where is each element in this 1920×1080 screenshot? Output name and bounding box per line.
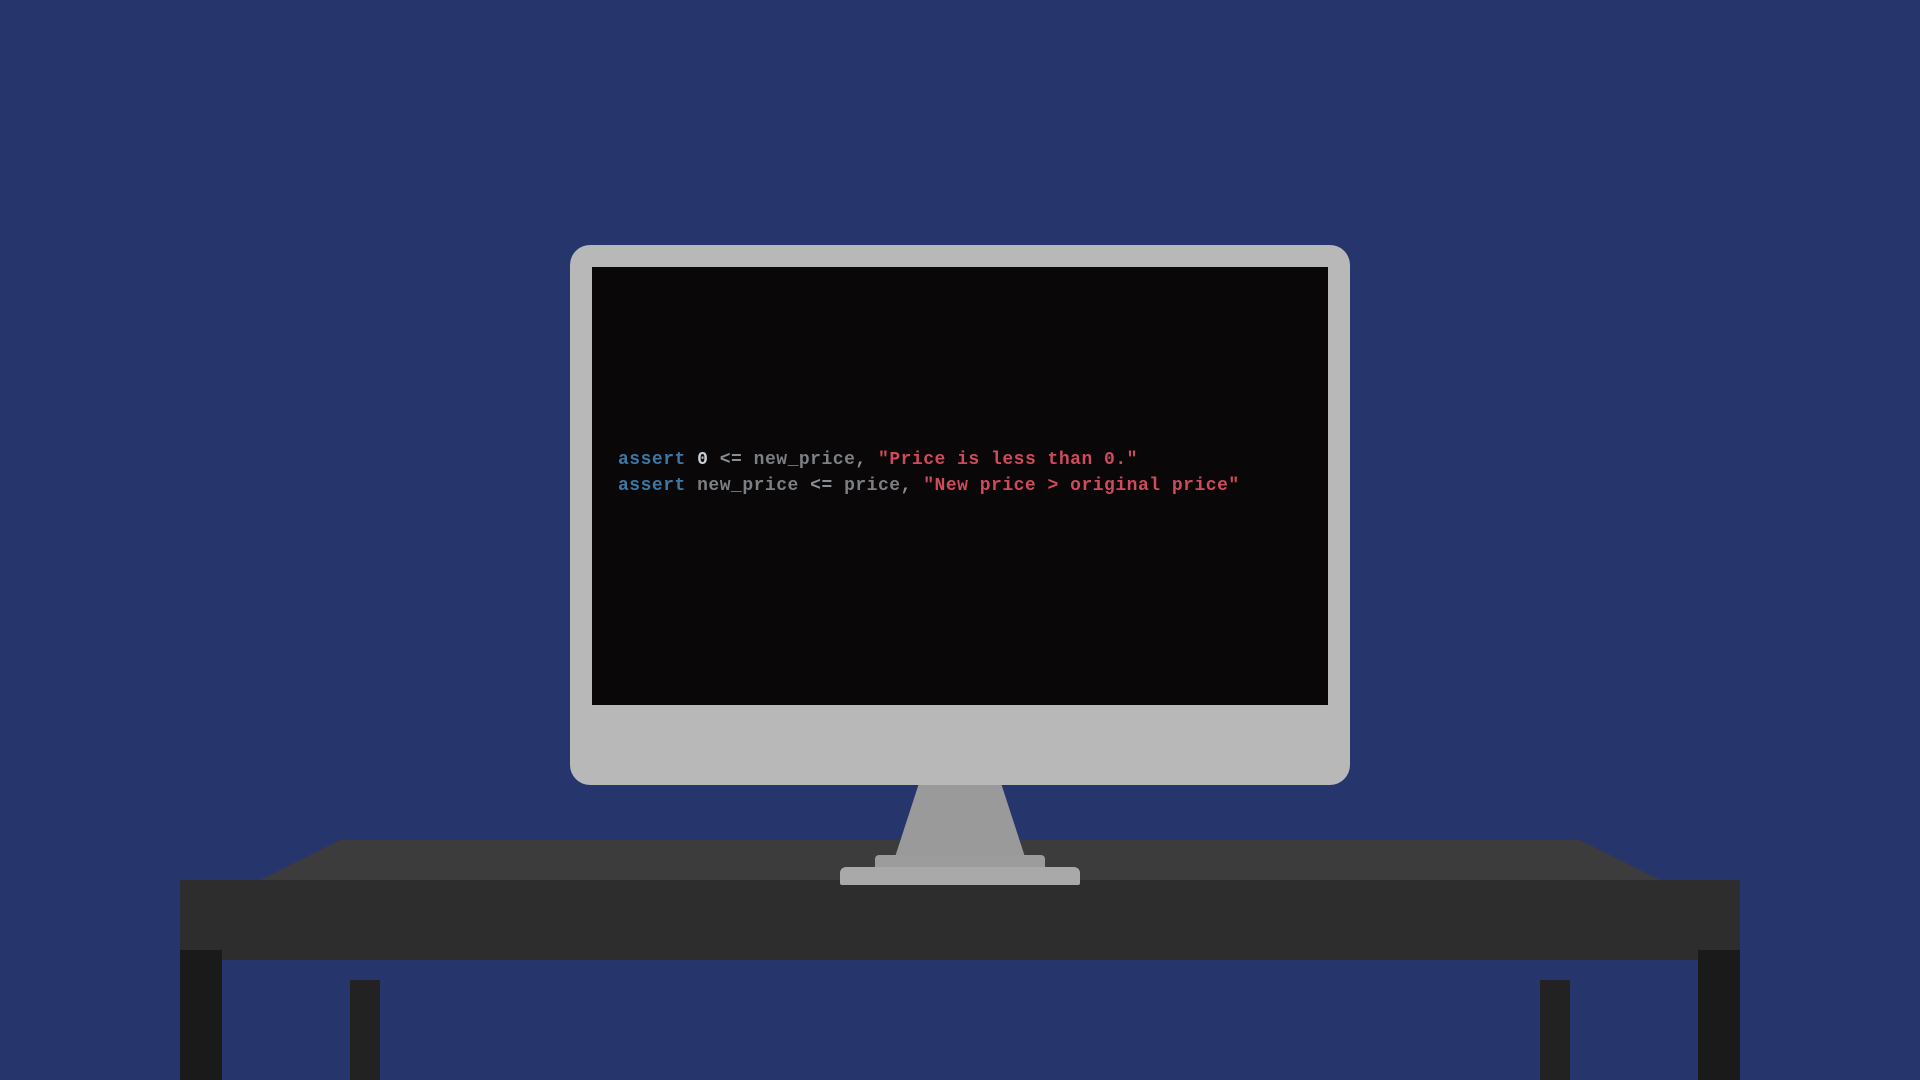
code-line-1: assert 0 <= new_price, "Price is less th… — [618, 447, 1302, 473]
desk-leg — [1698, 950, 1740, 1080]
string-literal: "Price is less than 0." — [878, 450, 1138, 470]
monitor-stand-neck — [895, 777, 1025, 857]
operator-lte: <= — [810, 476, 833, 496]
desk-leg — [180, 950, 222, 1080]
illustration-scene: assert 0 <= new_price, "Price is less th… — [0, 0, 1920, 1080]
monitor-bezel: assert 0 <= new_price, "Price is less th… — [570, 245, 1350, 785]
desk-leg — [1540, 980, 1570, 1080]
code-line-2: assert new_price <= price, "New price > … — [618, 473, 1302, 499]
string-literal: "New price > original price" — [923, 476, 1239, 496]
desk — [180, 880, 1740, 960]
number-literal: 0 — [697, 450, 708, 470]
desk-leg — [350, 980, 380, 1080]
monitor: assert 0 <= new_price, "Price is less th… — [570, 245, 1350, 885]
identifier: price — [844, 476, 901, 496]
keyword-assert: assert — [618, 476, 686, 496]
identifier: new_price — [754, 450, 856, 470]
monitor-stand-base — [840, 867, 1080, 885]
keyword-assert: assert — [618, 450, 686, 470]
identifier: new_price — [697, 476, 799, 496]
comma: , — [855, 450, 866, 470]
comma: , — [901, 476, 912, 496]
operator-lte: <= — [720, 450, 743, 470]
monitor-screen: assert 0 <= new_price, "Price is less th… — [592, 267, 1328, 705]
